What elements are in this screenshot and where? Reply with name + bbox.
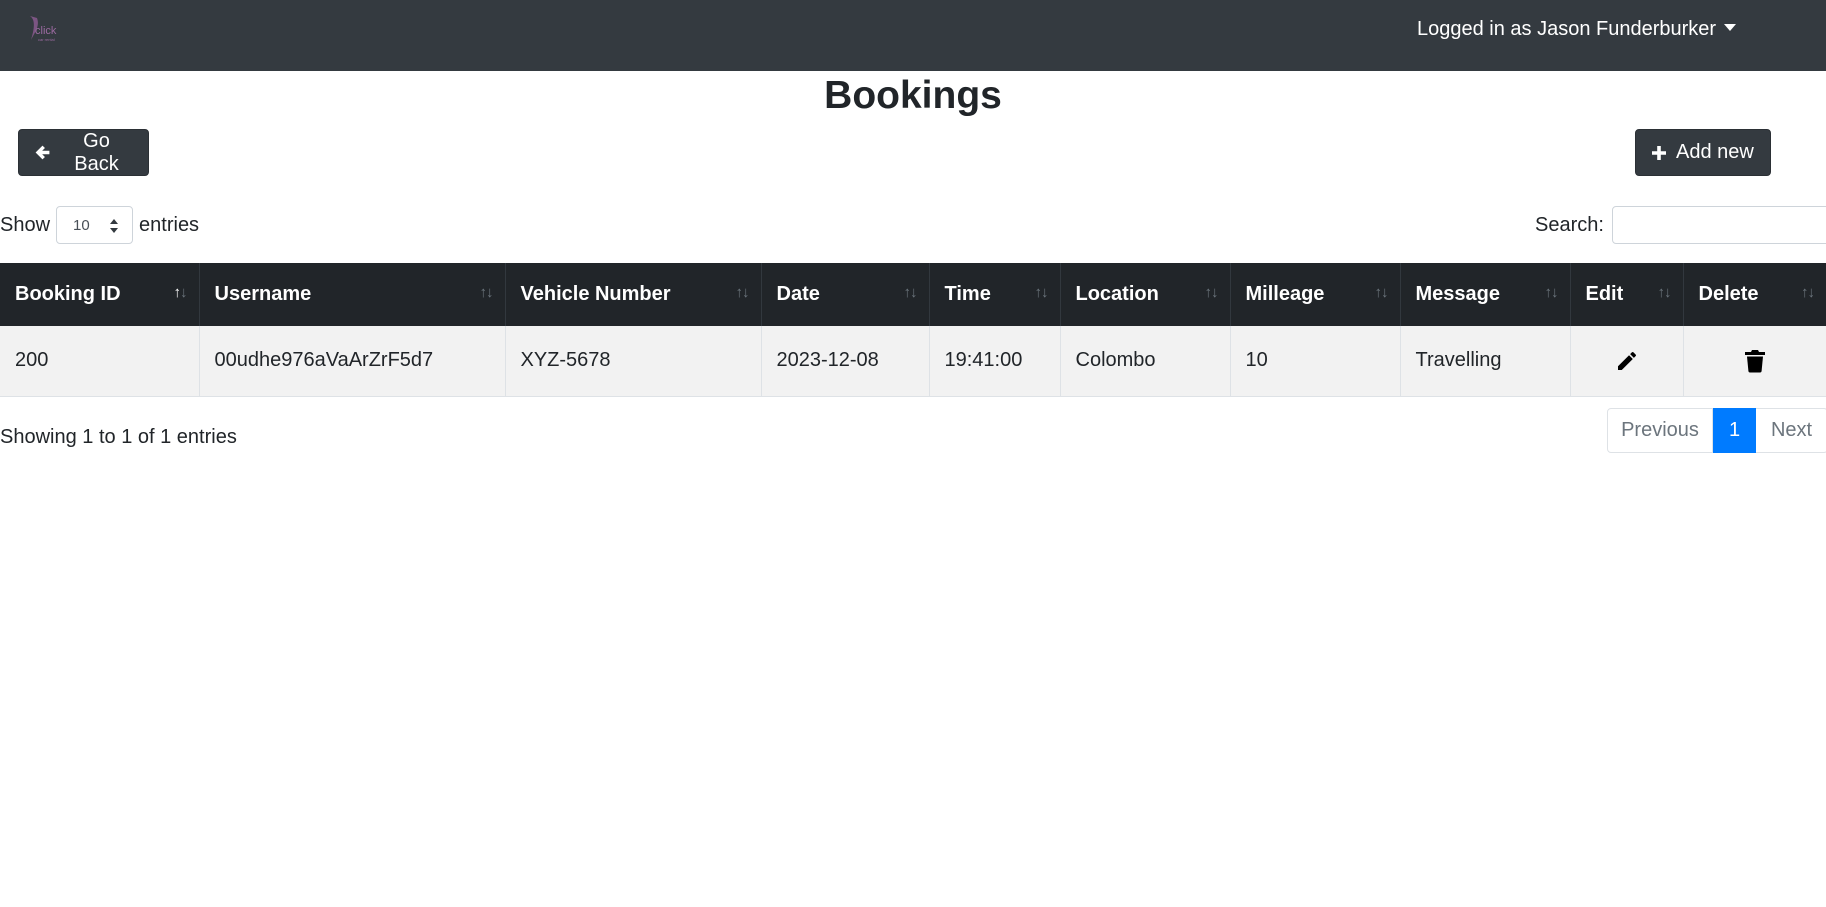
pagination-page-1[interactable]: 1: [1713, 408, 1756, 453]
bookings-table: Booking ID ↑↓ Username ↑↓ Vehicle Number ↑↓…: [0, 263, 1826, 397]
select-arrows-icon: [110, 219, 119, 233]
cell-time: 19:41:00: [929, 326, 1061, 396]
column-label: Delete: [1698, 283, 1759, 305]
sort-icon: ↑↓: [1374, 284, 1389, 301]
sort-ascending-icon: ↑↓: [173, 284, 188, 301]
column-header-booking-id[interactable]: Booking ID ↑↓: [0, 263, 200, 326]
page-title: Bookings: [824, 74, 1002, 117]
cell-vehicle-number: XYZ-5678: [505, 326, 762, 396]
arrow-left-icon: [35, 145, 50, 160]
search-label: Search:: [1535, 213, 1604, 236]
caret-down-icon: [1724, 24, 1737, 31]
sort-icon: ↑↓: [1544, 284, 1559, 301]
search-input[interactable]: [1611, 206, 1826, 244]
search-control: Search:: [1535, 206, 1826, 244]
table-info: Showing 1 to 1 of 1 entries: [0, 426, 237, 448]
svg-text:click: click: [35, 25, 57, 37]
cell-username: 00udhe976aVaArZrF5d7: [199, 326, 506, 396]
column-label: Message: [1415, 283, 1501, 305]
pencil-icon[interactable]: [1615, 349, 1639, 373]
pagination: Previous 1 Next: [1607, 408, 1826, 453]
cell-message: Travelling: [1400, 326, 1571, 396]
sort-icon: ↑↓: [1204, 284, 1219, 301]
cell-delete: [1683, 326, 1826, 396]
pagination-next[interactable]: Next: [1756, 408, 1826, 453]
go-back-label: Go Back: [74, 129, 119, 175]
show-label: Show: [0, 213, 51, 236]
cell-date: 2023-12-08: [761, 326, 930, 396]
column-label: Location: [1075, 283, 1159, 305]
column-label: Milleage: [1245, 283, 1325, 305]
table-row: 200 00udhe976aVaArZrF5d7 XYZ-5678 2023-1…: [0, 326, 1826, 396]
sort-icon: ↑↓: [735, 284, 750, 301]
plus-icon: [1652, 145, 1666, 160]
entries-label: entries: [139, 213, 200, 236]
column-header-date[interactable]: Date ↑↓: [761, 263, 930, 326]
entries-select-value: 10: [73, 216, 90, 234]
sort-icon: ↑↓: [1801, 284, 1815, 301]
sort-icon: ↑↓: [1034, 284, 1049, 301]
top-navbar: click car rental Logged in as Jason Fund…: [0, 0, 1826, 71]
column-header-location[interactable]: Location ↑↓: [1060, 263, 1231, 326]
column-label: Time: [944, 283, 991, 305]
user-dropdown[interactable]: Logged in as Jason Funderburker: [1417, 18, 1737, 44]
sort-icon: ↑↓: [479, 284, 494, 301]
trash-icon[interactable]: [1744, 349, 1766, 373]
go-back-button[interactable]: Go Back: [18, 129, 149, 176]
cell-location: Colombo: [1060, 326, 1231, 396]
pagination-previous[interactable]: Previous: [1607, 408, 1713, 453]
column-label: Vehicle Number: [520, 283, 671, 305]
svg-text:car rental: car rental: [38, 37, 55, 42]
column-header-edit[interactable]: Edit ↑↓: [1570, 263, 1684, 326]
column-header-milleage[interactable]: Milleage ↑↓: [1230, 263, 1401, 326]
add-new-label: Add new: [1676, 141, 1754, 163]
column-header-delete[interactable]: Delete ↑↓: [1683, 263, 1826, 326]
column-label: Edit: [1585, 283, 1624, 305]
table-header-row: Booking ID ↑↓ Username ↑↓ Vehicle Number ↑↓…: [0, 263, 1826, 326]
column-label: Date: [776, 283, 820, 305]
column-header-vehicle-number[interactable]: Vehicle Number ↑↓: [505, 263, 762, 326]
column-header-username[interactable]: Username ↑↓: [199, 263, 506, 326]
column-header-time[interactable]: Time ↑↓: [929, 263, 1061, 326]
cell-milleage: 10: [1230, 326, 1401, 396]
entries-select[interactable]: 10: [56, 206, 134, 244]
column-label: Booking ID: [15, 283, 121, 305]
brand-logo[interactable]: click car rental: [22, 10, 64, 46]
column-label: Username: [214, 283, 312, 305]
sort-icon: ↑↓: [1657, 284, 1672, 301]
cell-booking-id: 200: [0, 326, 200, 396]
add-new-button[interactable]: Add new: [1635, 129, 1771, 176]
entries-length-control: Show 10 entries: [0, 206, 199, 244]
column-header-message[interactable]: Message ↑↓: [1400, 263, 1571, 326]
cell-edit: [1570, 326, 1684, 396]
user-dropdown-label: Logged in as Jason Funderburker: [1417, 18, 1717, 40]
sort-icon: ↑↓: [903, 284, 918, 301]
